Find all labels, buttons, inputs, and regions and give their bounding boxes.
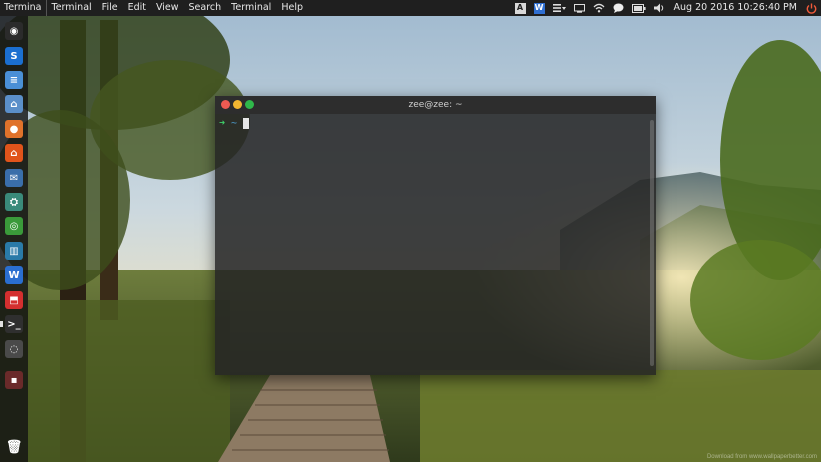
trash-icon[interactable]: 🗑 [5,438,23,456]
display-indicator[interactable] [573,0,585,16]
wps-indicator[interactable]: W [533,0,545,16]
menu-file[interactable]: File [97,0,123,16]
maximize-window-button[interactable] [245,100,254,109]
thunderbird-icon[interactable]: ✉ [5,169,23,187]
wps-writer-icon[interactable]: W [5,266,23,284]
battery-indicator[interactable] [631,0,646,16]
disk-icon[interactable]: ◌ [5,340,23,358]
network-indicator[interactable] [593,0,605,16]
indicator-menu[interactable] [552,0,566,16]
pdf-reader-icon[interactable]: ⬒ [5,291,23,309]
window-title: zee@zee: ~ [408,100,463,110]
menu-terminal-2[interactable]: Terminal [226,0,276,16]
terminal-scrollbar[interactable] [650,120,654,366]
chat-bubble-icon [613,3,623,13]
menu-help[interactable]: Help [276,0,308,16]
running-app-indicator [0,321,3,327]
app-menu-bar: Termina Terminal File Edit View Search T… [0,0,308,16]
app-name-label: Termina [0,0,47,16]
wps-icon: W [533,2,545,14]
network-icon[interactable]: ⛭ [5,193,23,211]
session-indicator[interactable] [806,0,817,16]
wifi-icon [593,3,604,13]
usb-drive-icon[interactable]: ▪ [5,371,23,389]
terminal-window[interactable]: zee@zee: ~ ➜ ~ [215,96,656,375]
close-window-button[interactable] [221,100,230,109]
text-editor-icon[interactable]: ≡ [5,71,23,89]
menu-terminal[interactable]: Terminal [47,0,97,16]
wallpaper-watermark: Download from www.wallpaperbetter.com [706,454,817,460]
prompt-line: ➜ ~ [219,116,652,130]
volume-icon [653,3,663,13]
list-menu-icon [552,4,566,12]
terminal-icon[interactable]: >_ [5,315,23,333]
keyboard-layout-indicator[interactable]: A [514,0,526,16]
skype-icon[interactable]: S [5,47,23,65]
keyboard-icon: A [514,2,526,14]
prompt-cwd: ~ [231,117,238,129]
unity-launcher: ◉ S ≡ ⌂ ● ⌂ ✉ ⛭ ◎ ▥ W ⬒ >_ ◌ ▪ 🗑 [0,16,28,462]
terminal-output-area[interactable]: ➜ ~ [215,114,656,375]
top-panel: Termina Terminal File Edit View Search T… [0,0,821,16]
chat-indicator[interactable] [613,0,624,16]
sound-indicator[interactable] [653,0,665,16]
minimize-window-button[interactable] [233,100,242,109]
battery-icon [631,3,646,13]
files-icon[interactable]: ⌂ [5,95,23,113]
monitor-icon [573,3,585,13]
firefox-icon[interactable]: ● [5,120,23,138]
text-cursor [243,117,250,129]
system-tray: A W Aug 20 2016 10:26:40 PM [511,0,821,16]
ubuntu-dash-icon[interactable]: ◉ [5,22,23,40]
menu-edit[interactable]: Edit [123,0,151,16]
audio-mixer-icon[interactable]: ▥ [5,242,23,260]
menu-view[interactable]: View [151,0,184,16]
power-icon [806,3,817,14]
datetime-indicator[interactable]: Aug 20 2016 10:26:40 PM [674,0,798,16]
terminal-titlebar[interactable]: zee@zee: ~ [215,96,656,114]
software-center-icon[interactable]: ⌂ [5,144,23,162]
prompt-arrow-icon: ➜ [219,117,226,129]
menu-search[interactable]: Search [184,0,227,16]
chrome-icon[interactable]: ◎ [5,217,23,235]
